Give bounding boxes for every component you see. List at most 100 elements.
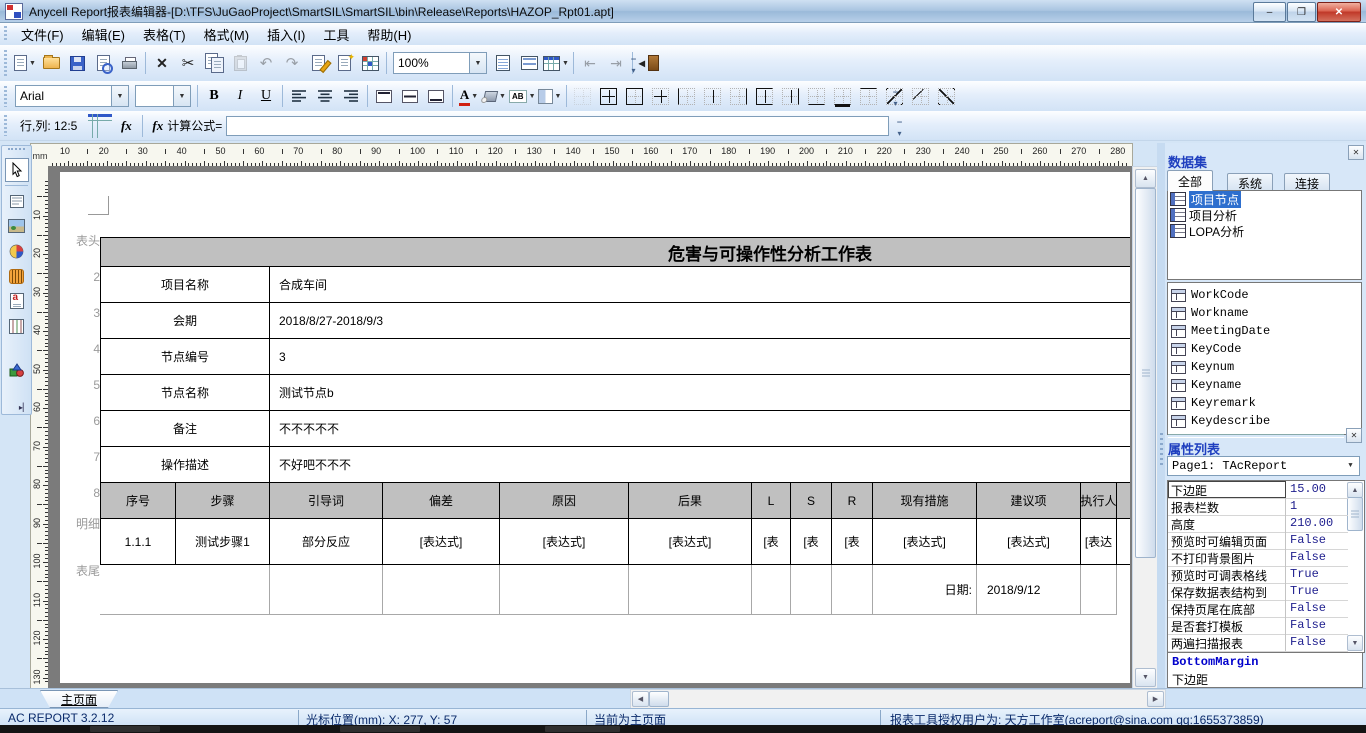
property-row[interactable]: 高度210.00: [1168, 515, 1348, 533]
formula-input[interactable]: [226, 116, 889, 136]
border-box-right-button[interactable]: [779, 85, 803, 107]
dataset-table-item[interactable]: 项目分析: [1168, 207, 1361, 223]
property-row[interactable]: 保存数据表结构到True: [1168, 583, 1348, 601]
column-header-cell[interactable]: 现有措施: [873, 483, 977, 519]
menu-item-0[interactable]: 文件(F): [12, 23, 73, 46]
shift-right-button[interactable]: ⇥: [604, 51, 628, 75]
detail-cell[interactable]: [表达式]: [500, 519, 629, 565]
report-page[interactable]: 表头2345678明细表尾 危害与可操作性分析工作表项目名称合成车间会期2018…: [60, 172, 1130, 683]
info-value-cell[interactable]: 合成车间: [270, 267, 1130, 303]
property-value[interactable]: False: [1286, 549, 1348, 566]
page-setup-button[interactable]: [491, 51, 515, 75]
footer-date-label[interactable]: 日期:: [873, 565, 977, 615]
scroll-up-icon[interactable]: ▲: [1347, 482, 1363, 498]
text-style-button[interactable]: AB▼: [509, 85, 536, 107]
menu-item-2[interactable]: 表格(T): [134, 23, 195, 46]
horizontal-splitter[interactable]: [1168, 434, 1344, 438]
info-value-cell[interactable]: 不好吧不不不: [270, 447, 1130, 483]
column-header-cell[interactable]: 引导词: [270, 483, 383, 519]
footer-cell[interactable]: [629, 565, 752, 615]
property-value[interactable]: True: [1286, 583, 1348, 600]
menu-item-1[interactable]: 编辑(E): [73, 23, 134, 46]
horizontal-scroll-thumb[interactable]: [649, 691, 669, 707]
property-row[interactable]: 预览时可编辑页面False: [1168, 532, 1348, 550]
toolbar-overflow-icon[interactable]: ▾: [894, 123, 905, 137]
property-value[interactable]: False: [1286, 532, 1348, 549]
border-inner-button[interactable]: [649, 85, 673, 107]
dataset-field-item[interactable]: Keyremark: [1168, 394, 1361, 412]
detail-cell[interactable]: [表: [791, 519, 832, 565]
valign-middle-button[interactable]: [398, 85, 422, 107]
dataset-table-item[interactable]: LOPA分析: [1168, 223, 1361, 239]
footer-cell[interactable]: [752, 565, 791, 615]
detail-cell[interactable]: [表达式]: [383, 519, 500, 565]
border-top-button[interactable]: [857, 85, 881, 107]
restore-button[interactable]: ❐: [1287, 2, 1316, 22]
save-button[interactable]: [65, 51, 89, 75]
fill-color-button[interactable]: ▼: [483, 85, 507, 107]
detail-cell[interactable]: 部分反应: [270, 519, 383, 565]
detail-cell[interactable]: [表达式]: [977, 519, 1081, 565]
dataset-field-item[interactable]: WorkCode: [1168, 286, 1361, 304]
print-preview-button[interactable]: [91, 51, 115, 75]
new-button[interactable]: ▼: [13, 51, 37, 75]
redo-button[interactable]: ↷: [280, 51, 304, 75]
column-header-cell[interactable]: S: [791, 483, 832, 519]
toolbar-grip[interactable]: [3, 26, 8, 41]
report-properties-button[interactable]: ✦: [332, 51, 356, 75]
property-value[interactable]: False: [1286, 634, 1348, 651]
select-cursor-tool[interactable]: [5, 158, 29, 182]
border-right-button[interactable]: [727, 85, 751, 107]
menu-item-6[interactable]: 帮助(H): [358, 23, 420, 46]
border-left-button[interactable]: [675, 85, 699, 107]
print-button[interactable]: [117, 51, 141, 75]
border-all-button[interactable]: [597, 85, 621, 107]
menu-item-4[interactable]: 插入(I): [258, 23, 314, 46]
column-header-cell[interactable]: 后果: [629, 483, 752, 519]
footer-cell[interactable]: [383, 565, 500, 615]
menu-item-5[interactable]: 工具: [314, 23, 358, 46]
close-button[interactable]: ✕: [1317, 2, 1361, 22]
property-value[interactable]: True: [1286, 566, 1348, 583]
footer-cell[interactable]: [791, 565, 832, 615]
valign-bottom-button[interactable]: [424, 85, 448, 107]
exit-button[interactable]: ◂: [637, 51, 661, 75]
close-field-list-icon[interactable]: ✕: [1346, 428, 1362, 443]
palette-expand-icon[interactable]: ▸▏: [19, 403, 29, 412]
border-outer-button[interactable]: [623, 85, 647, 107]
info-label-cell[interactable]: 节点编号: [100, 339, 270, 375]
info-label-cell[interactable]: 备注: [100, 411, 270, 447]
property-row[interactable]: 保持页尾在底部False: [1168, 600, 1348, 618]
shapes-tool[interactable]: [5, 358, 29, 382]
toolbar-overflow-icon[interactable]: ▾: [628, 60, 639, 74]
scroll-down-icon[interactable]: ▼: [1347, 635, 1363, 651]
toolbar-grip[interactable]: [3, 115, 8, 135]
italic-button[interactable]: I: [228, 85, 252, 107]
menu-item-3[interactable]: 格式(M): [195, 23, 259, 46]
barcode-tool[interactable]: [5, 264, 29, 288]
property-row[interactable]: 是否套打模板False: [1168, 617, 1348, 635]
toolbar-grip[interactable]: [3, 86, 8, 107]
font-color-button[interactable]: A▼: [457, 85, 481, 107]
detail-cell[interactable]: 测试步骤1: [176, 519, 270, 565]
column-header-cell[interactable]: R: [832, 483, 873, 519]
scroll-up-icon[interactable]: ▲: [1135, 169, 1156, 188]
valign-top-button[interactable]: [372, 85, 396, 107]
dataset-field-item[interactable]: KeyCode: [1168, 340, 1361, 358]
column-tool[interactable]: [5, 314, 29, 338]
align-right-button[interactable]: [339, 85, 363, 107]
property-value[interactable]: 15.00: [1286, 481, 1348, 498]
column-header-cell[interactable]: 步骤: [176, 483, 270, 519]
detail-cell[interactable]: [1117, 519, 1130, 565]
detail-cell[interactable]: [表达式]: [629, 519, 752, 565]
close-dataset-panel-icon[interactable]: ✕: [1348, 145, 1364, 160]
bold-button[interactable]: B: [202, 85, 226, 107]
richtext-tool[interactable]: [5, 289, 29, 313]
diagonal-half-button[interactable]: [909, 85, 933, 107]
detail-cell[interactable]: [表达式]: [873, 519, 977, 565]
column-header-cell[interactable]: 序号: [100, 483, 176, 519]
dataset-table-item[interactable]: 项目节点: [1168, 191, 1361, 207]
palette-grip[interactable]: [8, 148, 25, 156]
column-header-cell[interactable]: 偏差: [383, 483, 500, 519]
report-title-row[interactable]: 危害与可操作性分析工作表: [100, 237, 1130, 267]
